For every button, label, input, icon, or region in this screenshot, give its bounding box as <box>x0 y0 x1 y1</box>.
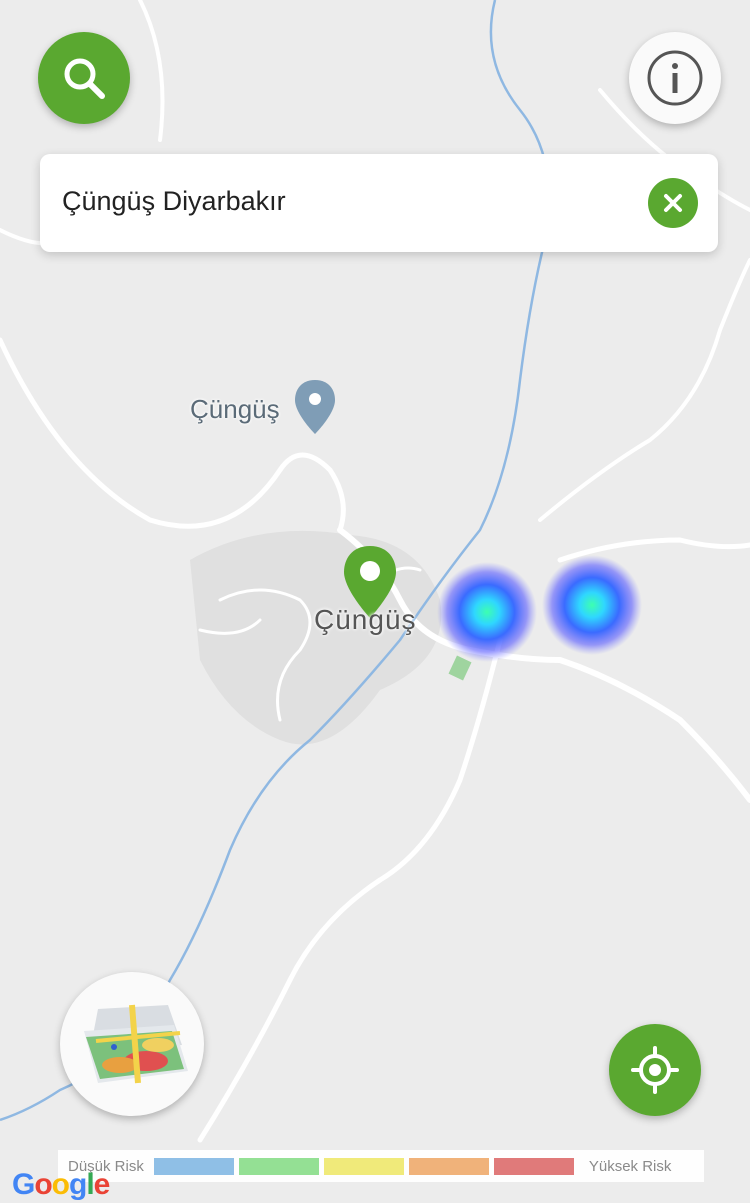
town-area <box>190 530 442 745</box>
place-label: Çüngüş <box>190 394 280 424</box>
heat-spot-2 <box>542 555 642 655</box>
search-query[interactable]: Çüngüş Diyarbakır <box>62 186 286 217</box>
info-button[interactable] <box>629 32 721 124</box>
legend-swatch-3 <box>323 1157 404 1175</box>
my-location-button[interactable] <box>609 1024 701 1116</box>
road <box>0 337 346 533</box>
search-bar[interactable]: Çüngüş Diyarbakır <box>40 154 718 252</box>
google-logo: Google <box>12 1168 110 1201</box>
info-icon <box>647 50 703 106</box>
crosshair-icon <box>631 1046 679 1094</box>
search-button[interactable] <box>38 32 130 124</box>
risk-legend: Düşük Risk Yüksek Risk <box>58 1150 704 1182</box>
search-icon <box>64 58 105 99</box>
place-pin <box>295 380 335 434</box>
map-layers-button[interactable] <box>60 972 204 1116</box>
legend-swatch-2 <box>238 1157 319 1175</box>
close-icon <box>664 194 682 212</box>
road <box>538 258 750 522</box>
heat-spot-1 <box>437 562 537 662</box>
clear-search-button[interactable] <box>648 178 698 228</box>
legend-high-label: Yüksek Risk <box>588 1157 672 1175</box>
legend-swatch-5 <box>493 1157 574 1175</box>
legend-swatch-1 <box>153 1157 234 1175</box>
green-patch <box>448 655 472 681</box>
town-label: Çüngüş <box>314 604 417 635</box>
legend-swatch-4 <box>408 1157 489 1175</box>
map-layers-icon <box>84 1004 188 1084</box>
road <box>138 0 165 142</box>
